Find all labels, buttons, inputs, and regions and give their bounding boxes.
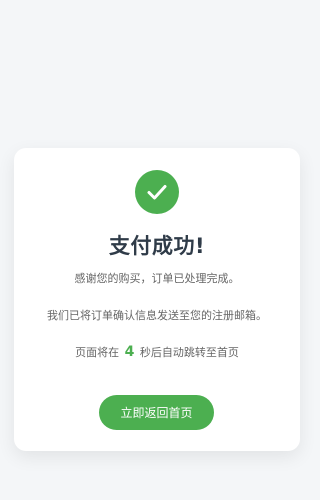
success-badge: [135, 170, 179, 214]
thank-you-message: 感谢您的购买，订单已处理完成。: [74, 272, 240, 285]
countdown-seconds: 4: [124, 344, 135, 360]
redirect-countdown: 页面将在 4 秒后自动跳转至首页: [14, 344, 300, 360]
page-title: 支付成功!: [108, 234, 206, 258]
success-card: 支付成功! 感谢您的购买，订单已处理完成。 我们已将订单确认信息发送至您的注册邮…: [14, 148, 300, 451]
check-icon: [147, 185, 167, 200]
countdown-suffix: 秒后自动跳转至首页: [139, 346, 239, 359]
email-confirmation-message: 我们已将订单确认信息发送至您的注册邮箱。: [47, 309, 267, 322]
countdown-prefix: 页面将在: [75, 346, 120, 359]
return-home-button[interactable]: 立即返回首页: [99, 395, 214, 430]
